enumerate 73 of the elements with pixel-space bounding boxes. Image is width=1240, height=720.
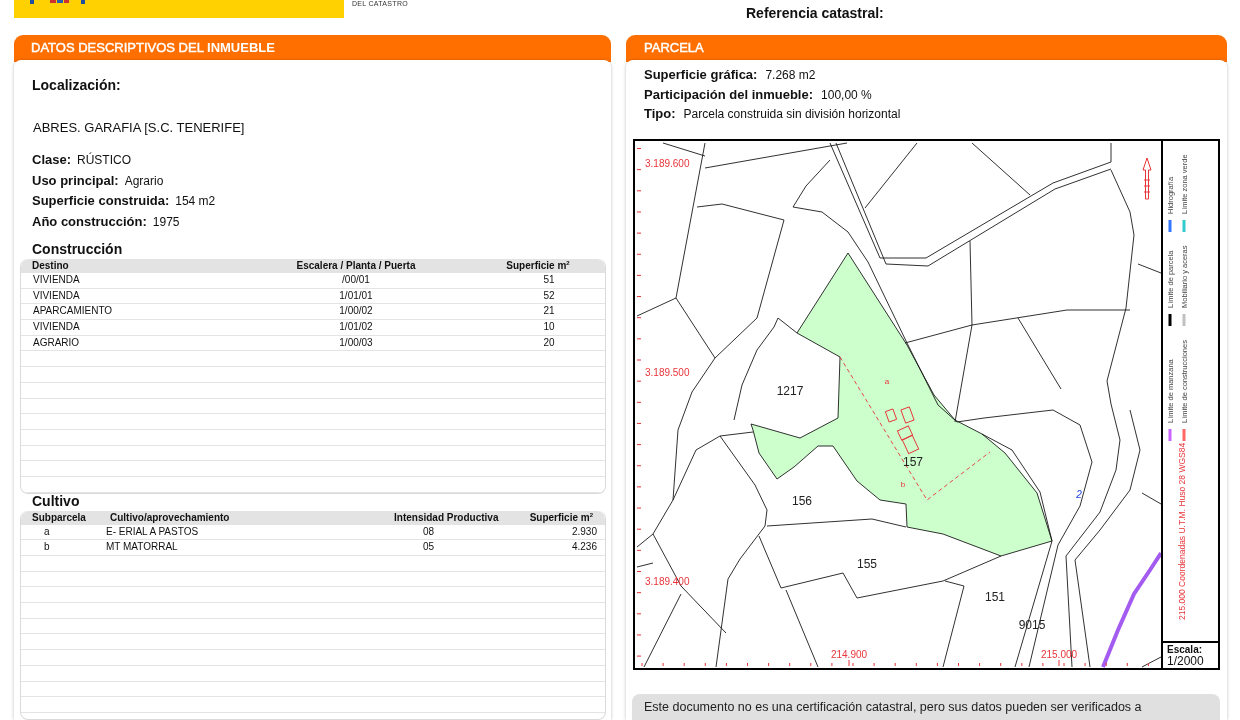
column-header: Superficie m$^{2}$ bbox=[505, 259, 571, 273]
table-cell-text: 05 bbox=[422, 540, 436, 555]
building-outline bbox=[897, 425, 913, 441]
table-cell-text: b bbox=[43, 540, 51, 555]
north-arrow-icon bbox=[1142, 157, 1152, 200]
table-cell-text: 1/01/02 bbox=[338, 320, 374, 335]
disclaimer-notice: Este documento no es una certificación catastral, pero sus datos pueden ser verificados a bbox=[632, 694, 1220, 720]
table-cell-text: VIVIENDA bbox=[32, 320, 81, 335]
emblem-icon bbox=[30, 0, 85, 4]
table-cell-text: MT MATORRAL bbox=[105, 540, 179, 555]
field-label: Uso principal: bbox=[32, 171, 119, 190]
building-outline bbox=[900, 406, 915, 424]
section-header: DATOS DESCRIPTIVOS DEL INMUEBLE bbox=[14, 35, 611, 62]
parcel-number: 155 bbox=[857, 557, 877, 571]
table-cell-text: VIVIENDA bbox=[32, 288, 81, 303]
table-cell-text: VIVIENDA bbox=[32, 273, 81, 287]
parcel-number: 151 bbox=[985, 590, 1005, 604]
section-header: PARCELA bbox=[626, 35, 1227, 62]
coordinate-label: 3.189.500 bbox=[645, 367, 690, 378]
building-outline bbox=[884, 408, 898, 423]
building-outline bbox=[901, 434, 920, 455]
field-label: Tipo: bbox=[644, 105, 676, 123]
field-label: Superficie construida: bbox=[32, 192, 170, 210]
table-cell-text: 21 bbox=[542, 304, 556, 319]
parcel-number: 1217 bbox=[776, 384, 804, 398]
section-heading: Construcción bbox=[32, 240, 124, 258]
field-label: Año construcción: bbox=[32, 212, 147, 231]
location-label: Localización: bbox=[32, 76, 122, 94]
scale-value: 1/2000 bbox=[1167, 655, 1204, 667]
table-cell-text: a bbox=[43, 524, 51, 539]
parcel-number: 157 bbox=[903, 455, 923, 469]
subparcel-letter: a bbox=[884, 377, 890, 386]
table-cell-text: 2.930 bbox=[570, 524, 598, 539]
reference-label: Referencia catastral: bbox=[746, 5, 884, 21]
field-value: Agrario bbox=[124, 172, 164, 190]
projection-note: 215.000 Coordenadas U.T.M. Huso 28 WGS84 bbox=[1177, 442, 1187, 620]
parcel-number: 156 bbox=[792, 494, 812, 508]
column-header: Intensidad Productiva bbox=[393, 510, 500, 525]
subparcel-letter: b bbox=[900, 480, 906, 489]
coordinate-label: 3.189.600 bbox=[645, 158, 690, 169]
coordinate-label: 214.900 bbox=[830, 649, 868, 660]
field-value: 1975 bbox=[152, 213, 180, 231]
table-cell-text: 1/00/02 bbox=[338, 304, 374, 319]
address-text: ABRES. GARAFIA [S.C. TENERIFE] bbox=[33, 121, 246, 135]
column-header: Destino bbox=[31, 259, 70, 273]
table-cell-text: /00/01 bbox=[341, 273, 371, 287]
table-cell-text: 08 bbox=[422, 524, 436, 539]
field-value: 154 m2 bbox=[175, 193, 216, 210]
table-cell-text: APARCAMIENTO bbox=[32, 304, 114, 319]
table-cell-text: 51 bbox=[542, 273, 556, 287]
field-value: 7.268 m2 bbox=[765, 67, 816, 84]
table-cell-text: 4.236 bbox=[570, 540, 598, 555]
field-value: RÚSTICO bbox=[77, 151, 132, 169]
field-label: Participación del inmueble: bbox=[644, 85, 814, 104]
coordinate-label: 3.189.400 bbox=[645, 576, 690, 587]
field-value: Parcela construida sin división horizontal bbox=[683, 106, 901, 123]
field-label: Clase: bbox=[32, 151, 72, 169]
column-header: Subparcela bbox=[31, 510, 87, 525]
column-header: Cultivo/aprovechamiento bbox=[109, 510, 231, 525]
column-header: Superficie m$^{2}$ bbox=[528, 510, 594, 525]
table-cell-text: 1/00/03 bbox=[338, 335, 374, 350]
section-heading: Cultivo bbox=[32, 493, 81, 509]
field-value: 100,00 % bbox=[821, 86, 872, 104]
scale-label: Escala: bbox=[1167, 644, 1203, 655]
column-header: Escalera / Planta / Puerta bbox=[295, 259, 417, 273]
table-cell-text: 1/01/01 bbox=[338, 288, 374, 303]
table-cell-text: 20 bbox=[542, 335, 556, 350]
table-cell-text: 10 bbox=[542, 320, 556, 335]
field-label: Superficie gráfica: bbox=[644, 66, 758, 84]
table-cell-text: AGRARIO bbox=[32, 335, 81, 350]
table-cell-text: E- ERIAL A PASTOS bbox=[105, 524, 200, 539]
water-label: 2 bbox=[1076, 489, 1082, 500]
table-cell-text: 52 bbox=[542, 288, 556, 303]
